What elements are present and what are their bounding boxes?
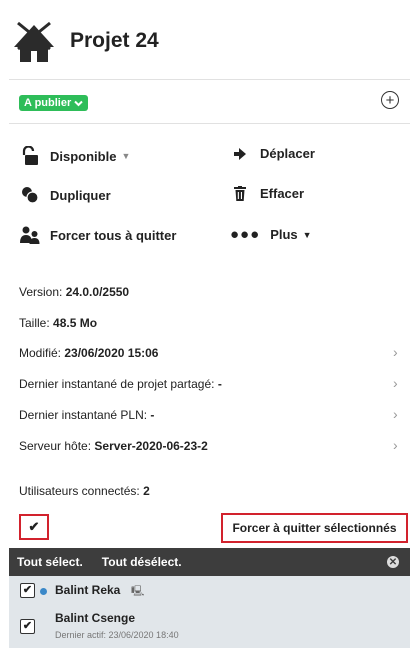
- divider: [9, 79, 410, 80]
- plus-icon: +: [385, 91, 395, 109]
- arrow-right-icon: [230, 147, 250, 161]
- duplicate-icon: [20, 186, 40, 204]
- project-hut-icon: [14, 21, 54, 62]
- user-row[interactable]: ✔ Balint Csenge Dernier actif: 23/06/202…: [9, 604, 410, 648]
- user-checkbox[interactable]: ✔: [20, 583, 35, 598]
- trash-icon: [230, 186, 250, 201]
- more-button[interactable]: ●●● Plus ▼: [230, 226, 312, 243]
- project-header: Projet 24: [12, 16, 159, 66]
- page-title: Projet 24: [70, 29, 159, 52]
- user-name: Balint Csenge: [55, 611, 136, 625]
- chevron-down-icon: [74, 100, 83, 106]
- connected-users-info: Utilisateurs connectés: 2: [19, 484, 150, 498]
- more-label: Plus: [270, 227, 298, 242]
- available-button[interactable]: Disponible ▼: [20, 146, 130, 166]
- user-row[interactable]: ✔ Balint Reka 🖳: [9, 576, 410, 604]
- pln-snapshot-info: Dernier instantané PLN: -: [19, 408, 155, 422]
- divider: [9, 123, 410, 124]
- force-selected-quit-button[interactable]: Forcer à quitter sélectionnés: [221, 513, 408, 543]
- available-label: Disponible: [50, 148, 117, 164]
- duplicate-label: Dupliquer: [50, 187, 111, 203]
- user-checkbox[interactable]: ✔: [20, 619, 35, 634]
- force-selected-label: Forcer à quitter sélectionnés: [232, 521, 397, 535]
- deselect-all-link[interactable]: Tout désélect.: [102, 555, 182, 569]
- version-info: Version: 24.0.0/2550: [19, 285, 130, 299]
- add-button[interactable]: +: [381, 91, 399, 109]
- chevron-right-icon[interactable]: ›: [393, 437, 398, 453]
- chevron-right-icon[interactable]: ›: [393, 406, 398, 422]
- user-name: Balint Reka: [55, 583, 121, 597]
- status-label: A publier: [24, 97, 72, 109]
- computer-icon: 🖳: [131, 586, 145, 597]
- unlock-icon: [20, 146, 40, 166]
- host-server-info: Serveur hôte: Server-2020-06-23-2: [19, 439, 208, 453]
- ellipsis-icon: ●●●: [230, 226, 261, 243]
- caret-down-icon: ▼: [302, 229, 312, 240]
- move-button[interactable]: Déplacer: [230, 146, 315, 161]
- chevron-right-icon[interactable]: ›: [393, 344, 398, 360]
- size-info: Taille: 48.5 Mo: [19, 316, 98, 330]
- chevron-right-icon[interactable]: ›: [393, 375, 398, 391]
- select-mode-button[interactable]: ✔: [19, 514, 49, 540]
- duplicate-button[interactable]: Dupliquer: [20, 186, 111, 204]
- close-icon[interactable]: ✕: [387, 556, 399, 568]
- selection-bar: Tout sélect. Tout désélect. ✕: [9, 548, 410, 576]
- delete-label: Effacer: [260, 186, 305, 201]
- shared-snapshot-info: Dernier instantané de projet partagé: -: [19, 377, 222, 391]
- force-all-quit-button[interactable]: Forcer tous à quitter: [20, 226, 176, 244]
- select-all-link[interactable]: Tout sélect.: [17, 555, 83, 569]
- modified-info: Modifié: 23/06/2020 15:06: [19, 346, 159, 360]
- last-active-text: Dernier actif: 23/06/2020 18:40: [55, 630, 179, 640]
- delete-button[interactable]: Effacer: [230, 186, 304, 201]
- caret-down-icon: ▼: [121, 151, 131, 161]
- status-dropdown[interactable]: A publier: [19, 95, 89, 111]
- online-status-dot: [40, 588, 47, 595]
- checkmark-icon: ✔: [28, 519, 40, 534]
- move-label: Déplacer: [260, 146, 315, 161]
- force-all-label: Forcer tous à quitter: [50, 227, 177, 243]
- users-icon: [20, 226, 40, 244]
